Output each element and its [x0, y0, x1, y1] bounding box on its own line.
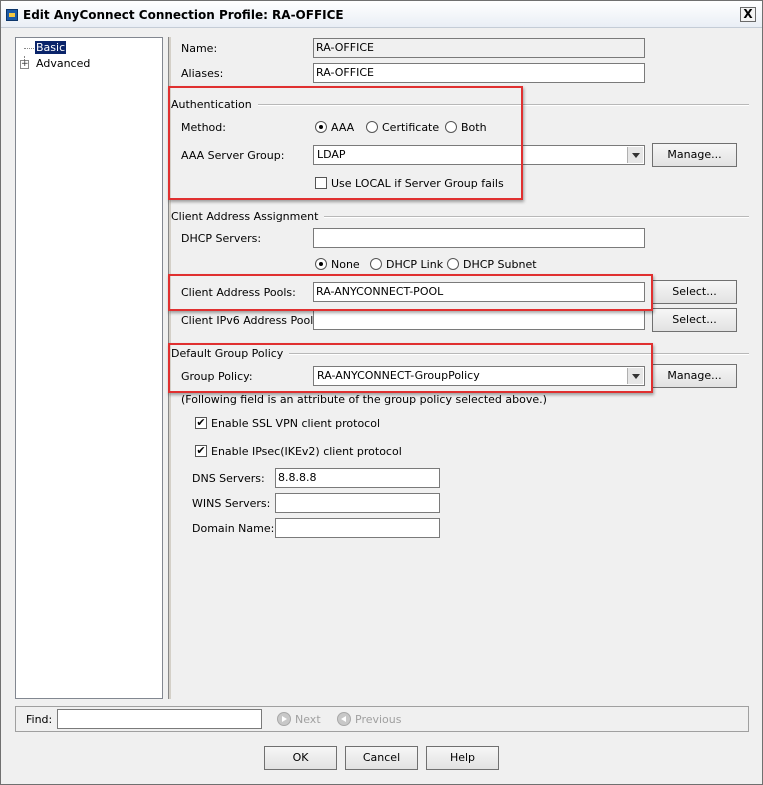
dhcp-link-label[interactable]: DHCP Link	[386, 258, 443, 271]
ipsec-label[interactable]: Enable IPsec(IKEv2) client protocol	[211, 445, 402, 458]
find-previous-button[interactable]: Previous	[355, 713, 402, 726]
client-address-pools-field[interactable]: RA-ANYCONNECT-POOL	[313, 282, 645, 302]
dhcp-servers-field[interactable]	[313, 228, 645, 248]
tree-item-label[interactable]: Basic	[35, 41, 67, 54]
aaa-server-group-label: AAA Server Group:	[181, 149, 285, 162]
app-icon	[6, 9, 18, 21]
name-label: Name:	[181, 42, 218, 55]
group-policy-section-title: Default Group Policy	[171, 347, 290, 360]
dhcp-subnet-label[interactable]: DHCP Subnet	[463, 258, 537, 271]
dns-servers-field[interactable]: 8.8.8.8	[275, 468, 440, 488]
dns-servers-label: DNS Servers:	[192, 472, 265, 485]
method-label: Method:	[181, 121, 226, 134]
dialog-window: Edit AnyConnect Connection Profile: RA-O…	[0, 0, 763, 785]
ok-button[interactable]: OK	[264, 746, 337, 770]
method-aaa-label[interactable]: AAA	[331, 121, 354, 134]
name-field: RA-OFFICE	[313, 38, 645, 58]
find-input[interactable]	[57, 709, 262, 729]
chevron-down-icon[interactable]	[627, 368, 643, 384]
cancel-button[interactable]: Cancel	[345, 746, 418, 770]
use-local-label[interactable]: Use LOCAL if Server Group fails	[331, 177, 504, 190]
client-address-pools-label: Client Address Pools:	[181, 286, 296, 299]
domain-name-label: Domain Name:	[192, 522, 275, 535]
wins-servers-field[interactable]	[275, 493, 440, 513]
close-button[interactable]: X	[740, 7, 756, 22]
aliases-field[interactable]: RA-OFFICE	[313, 63, 645, 83]
method-both-label[interactable]: Both	[461, 121, 487, 134]
group-policy-dropdown[interactable]: RA-ANYCONNECT-GroupPolicy	[313, 366, 645, 386]
find-next-button[interactable]: Next	[295, 713, 321, 726]
chevron-down-icon[interactable]	[627, 147, 643, 163]
wins-servers-label: WINS Servers:	[192, 497, 271, 510]
group-policy-label: Group Policy:	[181, 370, 253, 383]
dhcp-none-label[interactable]: None	[331, 258, 360, 271]
method-both-radio[interactable]	[445, 121, 457, 133]
use-local-checkbox[interactable]	[315, 177, 327, 189]
navigation-tree: Basic + Advanced	[15, 37, 163, 699]
tree-item-label[interactable]: Advanced	[35, 57, 91, 70]
client-ipv6-pools-field[interactable]	[313, 310, 645, 330]
find-bar: Find: Next Previous	[15, 706, 749, 732]
aaa-server-group-dropdown[interactable]: LDAP	[313, 145, 645, 165]
client-ipv6-pools-label: Client IPv6 Address Pools:	[181, 314, 323, 327]
group-policy-manage-button[interactable]: Manage...	[652, 364, 737, 388]
dhcp-link-radio[interactable]	[370, 258, 382, 270]
next-arrow-icon	[277, 712, 291, 726]
help-button[interactable]: Help	[426, 746, 499, 770]
client-address-section-title: Client Address Assignment	[171, 210, 325, 223]
find-label: Find:	[26, 713, 53, 726]
previous-arrow-icon	[337, 712, 351, 726]
dhcp-subnet-radio[interactable]	[447, 258, 459, 270]
pools-select-button[interactable]: Select...	[652, 280, 737, 304]
aaa-manage-button[interactable]: Manage...	[652, 143, 737, 167]
title-bar: Edit AnyConnect Connection Profile: RA-O…	[1, 1, 762, 28]
authentication-section-title: Authentication	[171, 98, 258, 111]
method-aaa-radio[interactable]	[315, 121, 327, 133]
ipv6-select-button[interactable]: Select...	[652, 308, 737, 332]
ssl-vpn-label[interactable]: Enable SSL VPN client protocol	[211, 417, 380, 430]
content-panel: Name: RA-OFFICE Aliases: RA-OFFICE Authe…	[168, 37, 749, 699]
ssl-vpn-checkbox[interactable]: ✔	[195, 417, 207, 429]
window-title: Edit AnyConnect Connection Profile: RA-O…	[23, 8, 344, 22]
method-certificate-radio[interactable]	[366, 121, 378, 133]
aliases-label: Aliases:	[181, 67, 224, 80]
dhcp-none-radio[interactable]	[315, 258, 327, 270]
expand-icon[interactable]: +	[20, 60, 29, 69]
domain-name-field[interactable]	[275, 518, 440, 538]
ipsec-checkbox[interactable]: ✔	[195, 445, 207, 457]
aaa-server-group-value: LDAP	[317, 148, 346, 161]
method-certificate-label[interactable]: Certificate	[382, 121, 439, 134]
group-policy-note: (Following field is an attribute of the …	[181, 393, 547, 406]
group-policy-value: RA-ANYCONNECT-GroupPolicy	[317, 369, 480, 382]
dhcp-servers-label: DHCP Servers:	[181, 232, 262, 245]
